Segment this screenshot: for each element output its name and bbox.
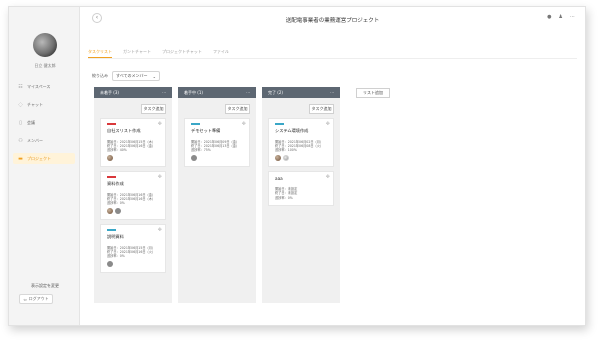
card-progress: 進捗率：0% (107, 201, 125, 206)
move-icon[interactable]: ✥ (242, 121, 246, 127)
logout-icon: ⇦ (23, 296, 27, 302)
tab-project-chat[interactable]: プロジェクトチャット (162, 49, 202, 58)
column-header: 未着手 (3) ⋯ (94, 87, 172, 98)
sidebar-item-chat[interactable]: ◌ チャット (13, 99, 75, 110)
top-bar: ‹ 送配電事業者の業務運営プロジェクト ● ♟ ⋯ (80, 7, 585, 35)
task-card[interactable]: ✥ システム環境作成 開始日：2021年06月02日（月） 終了日：2021年0… (268, 118, 334, 168)
filter-value: すべてのメンバー (116, 73, 148, 78)
tabs-divider (88, 58, 577, 59)
column-done: 完了 (2) ⋯ タスク追加 ✥ システム環境作成 開始日：2021年06月02… (262, 87, 340, 303)
card-assignees (107, 208, 159, 215)
avatar (107, 208, 113, 215)
task-card[interactable]: ✥ 資料作成 開始日：2021年06月16日（金） 終了日：2021年06月16… (100, 171, 166, 221)
task-card[interactable]: ✥ デモセット準備 開始日：2021年06月09日（金） 終了日：2021年06… (184, 118, 250, 168)
avatar (107, 261, 113, 268)
person-icon[interactable]: ♟ (559, 14, 563, 20)
task-card[interactable]: ✥ 自社スリスト作成 開始日：2021年06月15日（木） 終了日：2021年0… (100, 118, 166, 168)
more-icon[interactable]: ⋯ (246, 90, 250, 95)
top-icons: ● ♟ ⋯ (547, 14, 575, 20)
card-color-bar (107, 229, 116, 231)
tab-task-list[interactable]: タスクリスト (88, 49, 112, 58)
card-progress: 進捗率：100% (275, 147, 297, 152)
folder-icon: ▬ (18, 155, 23, 162)
card-assignees (275, 155, 327, 162)
page-title: 送配電事業者の業務運営プロジェクト (285, 18, 380, 24)
info-icon[interactable]: ● (547, 14, 551, 20)
more-icon[interactable]: ⋯ (330, 90, 334, 95)
card-color-bar (107, 123, 116, 125)
sidebar-item-label: メンバー (27, 137, 43, 143)
column-not-started: 未着手 (3) ⋯ タスク追加 ✥ 自社スリスト作成 開始日：2021年06月1… (94, 87, 172, 303)
add-list-button[interactable]: リスト追加 (356, 88, 390, 98)
tab-files[interactable]: ファイル (213, 49, 229, 58)
move-icon[interactable]: ✥ (158, 174, 162, 180)
add-task-button[interactable]: タスク追加 (225, 104, 250, 114)
column-header: 完了 (2) ⋯ (262, 87, 340, 98)
card-assignees (191, 155, 243, 162)
sidebar-item-members[interactable]: ⚇ メンバー (13, 135, 75, 146)
sidebar-item-myspace[interactable]: ☷ マイスペース (13, 81, 75, 92)
add-task-button[interactable]: タスク追加 (309, 104, 334, 114)
filter-label: 絞り込み (92, 73, 108, 78)
card-color-bar (191, 123, 200, 125)
avatar (275, 155, 281, 162)
card-title: デモセット準備 (191, 127, 221, 133)
card-color-bar (107, 176, 116, 178)
app-window: 日立 健太郎 ☷ マイスペース ◌ チャット ▯ 会議 ⚇ メンバー ▬ プロジ… (8, 6, 586, 326)
avatar (107, 155, 113, 162)
add-task-button[interactable]: タスク追加 (141, 104, 166, 114)
logout-button[interactable]: ⇦ ログアウト (19, 294, 53, 304)
tab-bar: タスクリスト ガントチャート プロジェクトチャット ファイル (88, 49, 229, 58)
card-progress: 進捗率：0% (275, 195, 293, 200)
avatar (191, 155, 197, 162)
tab-gantt-chart[interactable]: ガントチャート (123, 49, 151, 58)
member-filter-select[interactable]: すべてのメンバー ⌄ (112, 71, 160, 81)
card-assignees (107, 261, 159, 268)
more-icon[interactable]: ⋯ (162, 90, 166, 95)
display-settings-link[interactable]: 表示設定を変更 (9, 283, 81, 289)
sidebar-item-label: 会議 (27, 119, 35, 125)
column-header: 着手中 (1) ⋯ (178, 87, 256, 98)
sidebar-item-label: マイスペース (27, 83, 51, 89)
task-card[interactable]: ✥ aaa 開始日：未設定 終了日：未設定 進捗率：0% (268, 171, 334, 206)
meeting-icon: ▯ (19, 119, 22, 126)
card-title: システム環境作成 (275, 127, 309, 133)
chat-icon: ◌ (18, 101, 23, 108)
user-avatar[interactable] (33, 33, 57, 57)
sidebar-item-label: チャット (27, 101, 43, 107)
column-title: 未着手 (3) (100, 89, 119, 95)
card-progress: 進捗率：0% (107, 254, 125, 259)
chevron-down-icon: ⌄ (152, 73, 156, 79)
sidebar-item-meeting[interactable]: ▯ 会議 (13, 117, 75, 128)
card-title: 説明資料 (107, 233, 124, 239)
card-assignees (107, 155, 159, 162)
more-icon[interactable]: ⋯ (570, 14, 575, 20)
card-progress: 進捗率：75% (191, 147, 211, 152)
card-title: 資料作成 (107, 180, 124, 186)
move-icon[interactable]: ✥ (326, 121, 330, 127)
member-filter: 絞り込み すべてのメンバー ⌄ (92, 71, 160, 81)
move-icon[interactable]: ✥ (158, 227, 162, 233)
card-title: aaa (275, 176, 283, 182)
move-icon[interactable]: ✥ (326, 174, 330, 180)
card-title: 自社スリスト作成 (107, 127, 141, 133)
move-icon[interactable]: ✥ (158, 121, 162, 127)
avatar (283, 155, 289, 162)
column-in-progress: 着手中 (1) ⋯ タスク追加 ✥ デモセット準備 開始日：2021年06月09… (178, 87, 256, 303)
column-title: 完了 (2) (268, 89, 283, 95)
avatar (115, 208, 121, 215)
logout-label: ログアウト (28, 296, 49, 301)
card-progress: 進捗率：40% (107, 147, 127, 152)
card-color-bar (275, 123, 284, 125)
sidebar-item-label: プロジェクト (27, 155, 51, 161)
members-icon: ⚇ (18, 137, 23, 144)
sidebar-nav: ☷ マイスペース ◌ チャット ▯ 会議 ⚇ メンバー ▬ プロジェクト (13, 81, 75, 171)
sidebar: 日立 健太郎 ☷ マイスペース ◌ チャット ▯ 会議 ⚇ メンバー ▬ プロジ… (9, 7, 77, 325)
task-card[interactable]: ✥ 説明資料 開始日：2021年06月15日（月） 終了日：2021年06月16… (100, 224, 166, 274)
sidebar-item-project[interactable]: ▬ プロジェクト (13, 153, 75, 164)
user-name: 日立 健太郎 (34, 63, 56, 68)
column-title: 着手中 (1) (184, 89, 203, 95)
main-content: ‹ 送配電事業者の業務運営プロジェクト ● ♟ ⋯ タスクリスト ガントチャート… (79, 7, 585, 325)
grid-icon: ☷ (18, 83, 23, 90)
